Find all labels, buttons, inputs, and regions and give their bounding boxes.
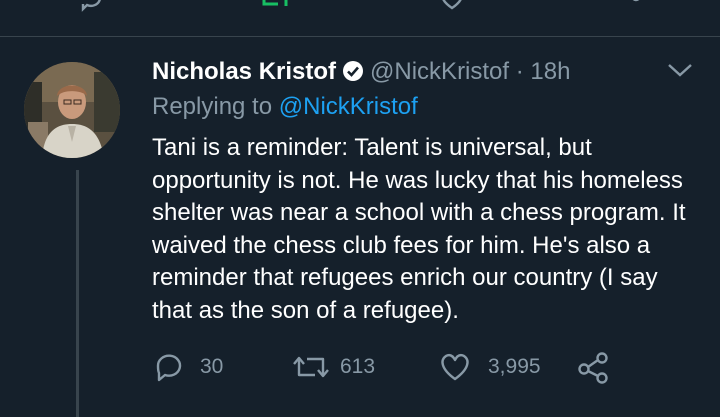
reply-count: 30 — [200, 355, 224, 378]
avatar[interactable] — [24, 62, 120, 158]
tweet-time[interactable]: 18h — [530, 58, 570, 85]
share-button[interactable] — [576, 350, 610, 384]
tweet-text: Tani is a reminder: Talent is universal,… — [152, 134, 686, 324]
author-handle[interactable]: @NickKristof — [370, 58, 509, 85]
thread-line — [76, 170, 79, 417]
reply-icon — [156, 354, 182, 382]
share-icon[interactable] — [616, 0, 644, 12]
tweet-divider — [0, 36, 720, 37]
previous-tweet-actions — [0, 0, 720, 14]
retweet-count: 613 — [340, 355, 376, 378]
author-name[interactable]: Nicholas Kristof — [152, 58, 336, 85]
separator-dot: · — [515, 58, 524, 85]
replying-prefix: Replying to — [152, 93, 273, 120]
share-icon — [578, 352, 608, 384]
retweet-icon — [293, 356, 329, 378]
replying-mention-link[interactable]: @NickKristof — [279, 93, 418, 120]
chevron-down-icon[interactable] — [666, 60, 694, 80]
heart-icon[interactable] — [438, 0, 466, 12]
replying-to: Replying to @NickKristof — [152, 93, 418, 121]
heart-icon — [441, 354, 469, 381]
avatar-photo — [24, 62, 120, 158]
retweet-button[interactable]: 613 — [290, 350, 375, 384]
retweet-icon[interactable] — [258, 0, 292, 12]
verified-badge-icon — [342, 60, 364, 89]
tweet-header: Nicholas Kristof @NickKristof · 18h — [152, 58, 570, 89]
reply-button[interactable]: 30 — [152, 350, 223, 384]
reply-icon[interactable] — [78, 0, 104, 12]
tweet-actions: 30 613 3,995 — [152, 350, 632, 386]
like-button[interactable]: 3,995 — [438, 350, 541, 384]
like-count: 3,995 — [488, 355, 541, 378]
